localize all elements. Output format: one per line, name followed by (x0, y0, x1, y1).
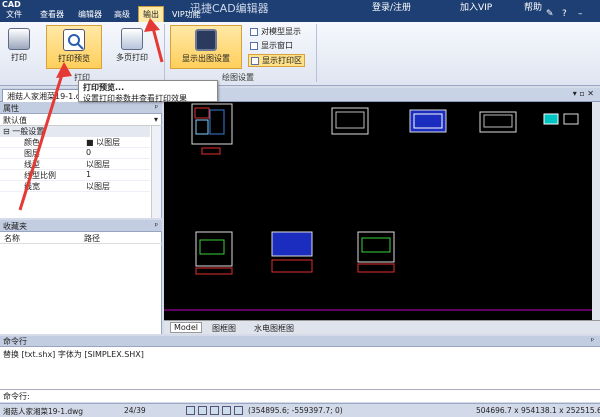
tooltip-description: 设置打印参数并查看打印效果 (83, 94, 187, 103)
menu-advanced[interactable]: 高级 (114, 9, 130, 20)
model-display-option[interactable]: 对模型显示 (250, 26, 301, 37)
group-label-drawing: 绘图设置 (222, 73, 254, 82)
status-file: 湘菇人家湘菜19-1.dwg (3, 407, 84, 416)
properties-panel: 属性 ᵖ 默认值 ▾ ⊟ 一般设置 颜色 ■ 以图层 图层 0 线型 以图层 线… (0, 102, 162, 218)
tab-model[interactable]: Model (170, 322, 203, 333)
show-drawing-settings-button[interactable]: 显示出图设置 (170, 25, 242, 69)
minimize-icon[interactable]: – (578, 9, 583, 19)
print-preview-tooltip: 打印预览... 设置打印参数并查看打印效果 (78, 80, 218, 103)
printer-icon (8, 28, 30, 50)
canvas-scrollbar[interactable] (592, 102, 600, 320)
polar-icon[interactable] (222, 406, 231, 415)
app-logo: CAD (2, 0, 21, 9)
drawing-sheet[interactable] (195, 231, 233, 275)
ortho-icon[interactable] (210, 406, 219, 415)
print-button[interactable]: 打印 (4, 28, 34, 63)
properties-scrollbar[interactable] (151, 126, 161, 218)
command-input-row[interactable]: 命令行: (0, 389, 600, 402)
tab-frame[interactable]: 图框图 (212, 323, 236, 334)
print-preview-button[interactable]: 打印预览 (46, 25, 102, 69)
drawing-canvas[interactable] (164, 102, 600, 320)
pin-icon[interactable]: ᵖ (591, 336, 594, 345)
pin-icon[interactable]: ᵖ (155, 103, 158, 112)
tab-controls-icon[interactable]: ▾ ▫ ✕ (573, 89, 594, 98)
show-window-icon (250, 41, 258, 50)
menu-file[interactable]: 文件 (6, 9, 22, 20)
status-bar: 湘菇人家湘菜19-1.dwg 24/39 (354895.6; -559397.… (0, 403, 600, 417)
tooltip-title: 打印预览... (83, 83, 125, 92)
magnifier-icon (63, 29, 85, 51)
ribbon-separator (316, 24, 317, 82)
prop-row-linetype-scale[interactable]: 线型比例 1 (0, 170, 150, 181)
chevron-down-icon: ▾ (153, 115, 158, 124)
show-window-option[interactable]: 显示窗口 (250, 40, 293, 51)
favorites-columns: 名称 路径 (0, 232, 162, 244)
menu-editor[interactable]: 编辑器 (78, 9, 102, 20)
collapse-icon: ⊟ (3, 127, 10, 136)
menu-output[interactable]: 输出 (138, 6, 164, 23)
vip-link[interactable]: 加入VIP (460, 0, 492, 13)
command-output: 替换 [txt.shx] 字体为 [SIMPLEX.SHX] (0, 347, 600, 389)
snap-icon[interactable] (186, 406, 195, 415)
pin-icon[interactable]: ᵖ (155, 221, 158, 230)
favorites-header: 收藏夹 ᵖ (0, 220, 162, 232)
status-coords: (354895.6; -559397.7; 0) (248, 406, 343, 415)
layout-tabs: Model 图框图 水电图框图 (164, 320, 600, 334)
login-link[interactable]: 登录/注册 (372, 0, 411, 13)
app-title: 迅捷CAD编辑器 (190, 2, 269, 15)
prop-row-lineweight[interactable]: 线宽 以图层 (0, 181, 150, 192)
status-page: 24/39 (124, 406, 146, 415)
multi-print-icon (121, 28, 143, 50)
column-name[interactable]: 名称 (4, 233, 20, 244)
model-display-icon (250, 27, 258, 36)
drawing-sheet[interactable] (357, 231, 395, 273)
multi-page-print-button[interactable]: 多页打印 (110, 28, 154, 63)
drawing-sheet[interactable] (479, 111, 517, 133)
column-path[interactable]: 路径 (84, 233, 100, 244)
drawing-sheet[interactable] (543, 113, 579, 125)
command-prompt: 命令行: (3, 392, 30, 401)
drawing-sheet[interactable] (271, 231, 313, 273)
properties-selector[interactable]: 默认值 ▾ (0, 114, 162, 126)
status-extent: 504696.7 x 954138.1 x 252515.6 (476, 406, 600, 415)
favorites-panel: 收藏夹 ᵖ 名称 路径 (0, 220, 162, 334)
skin-icon[interactable]: ✎ (546, 9, 554, 19)
menu-viewer[interactable]: 查看器 (40, 9, 64, 20)
monitor-icon (195, 29, 217, 51)
prop-row-color[interactable]: 颜色 ■ 以图层 (0, 137, 150, 148)
prop-row-layer[interactable]: 图层 0 (0, 148, 150, 159)
help-icon[interactable]: ? (562, 9, 567, 19)
drawing-sheet[interactable] (409, 109, 447, 133)
drawing-sheet[interactable] (191, 103, 233, 155)
osnap-icon[interactable] (234, 406, 243, 415)
grid-icon[interactable] (198, 406, 207, 415)
properties-section-general[interactable]: ⊟ 一般设置 (0, 126, 150, 137)
drawing-thumbnails (164, 103, 592, 311)
drawing-sheet[interactable] (331, 107, 369, 135)
show-print-area-option[interactable]: 显示打印区 (248, 54, 305, 67)
command-header: 命令行 ᵖ (0, 336, 600, 347)
print-area-icon (251, 56, 259, 65)
title-menu-bar: CAD 文件 查看器 编辑器 高级 输出 VIP功能 迅捷CAD编辑器 登录/注… (0, 0, 600, 23)
prop-row-linetype[interactable]: 线型 以图层 (0, 159, 150, 170)
ribbon-output: 打印 打印预览 多页打印 打印 显示出图设置 对模型显示 显示窗口 显示打印区 … (0, 22, 600, 86)
ribbon-separator (164, 24, 165, 82)
help-link[interactable]: 帮助 (524, 0, 542, 13)
tab-plumbing-frame[interactable]: 水电图框图 (254, 323, 294, 334)
